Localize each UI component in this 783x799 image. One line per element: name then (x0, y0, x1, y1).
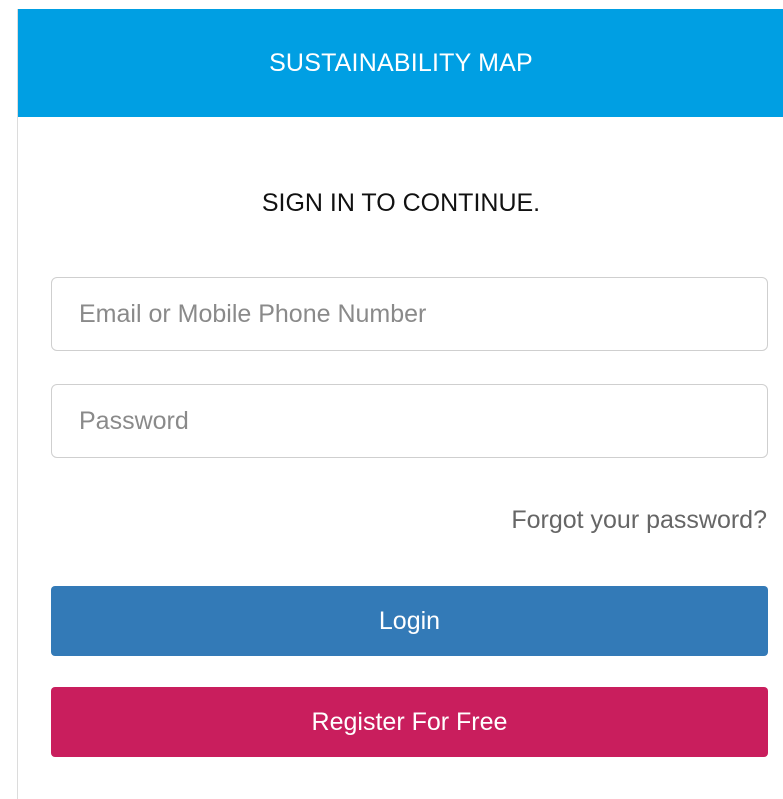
password-field[interactable] (51, 384, 768, 458)
login-card: SUSTAINABILITY MAP SIGN IN TO CONTINUE. … (17, 9, 783, 799)
email-field[interactable] (51, 277, 768, 351)
app-title: SUSTAINABILITY MAP (269, 48, 533, 77)
app-header: SUSTAINABILITY MAP (18, 9, 783, 117)
sign-in-heading: SIGN IN TO CONTINUE. (261, 189, 541, 217)
login-button[interactable]: Login (51, 586, 768, 656)
forgot-password-link[interactable]: Forgot your password? (511, 506, 767, 535)
register-button[interactable]: Register For Free (51, 687, 768, 757)
